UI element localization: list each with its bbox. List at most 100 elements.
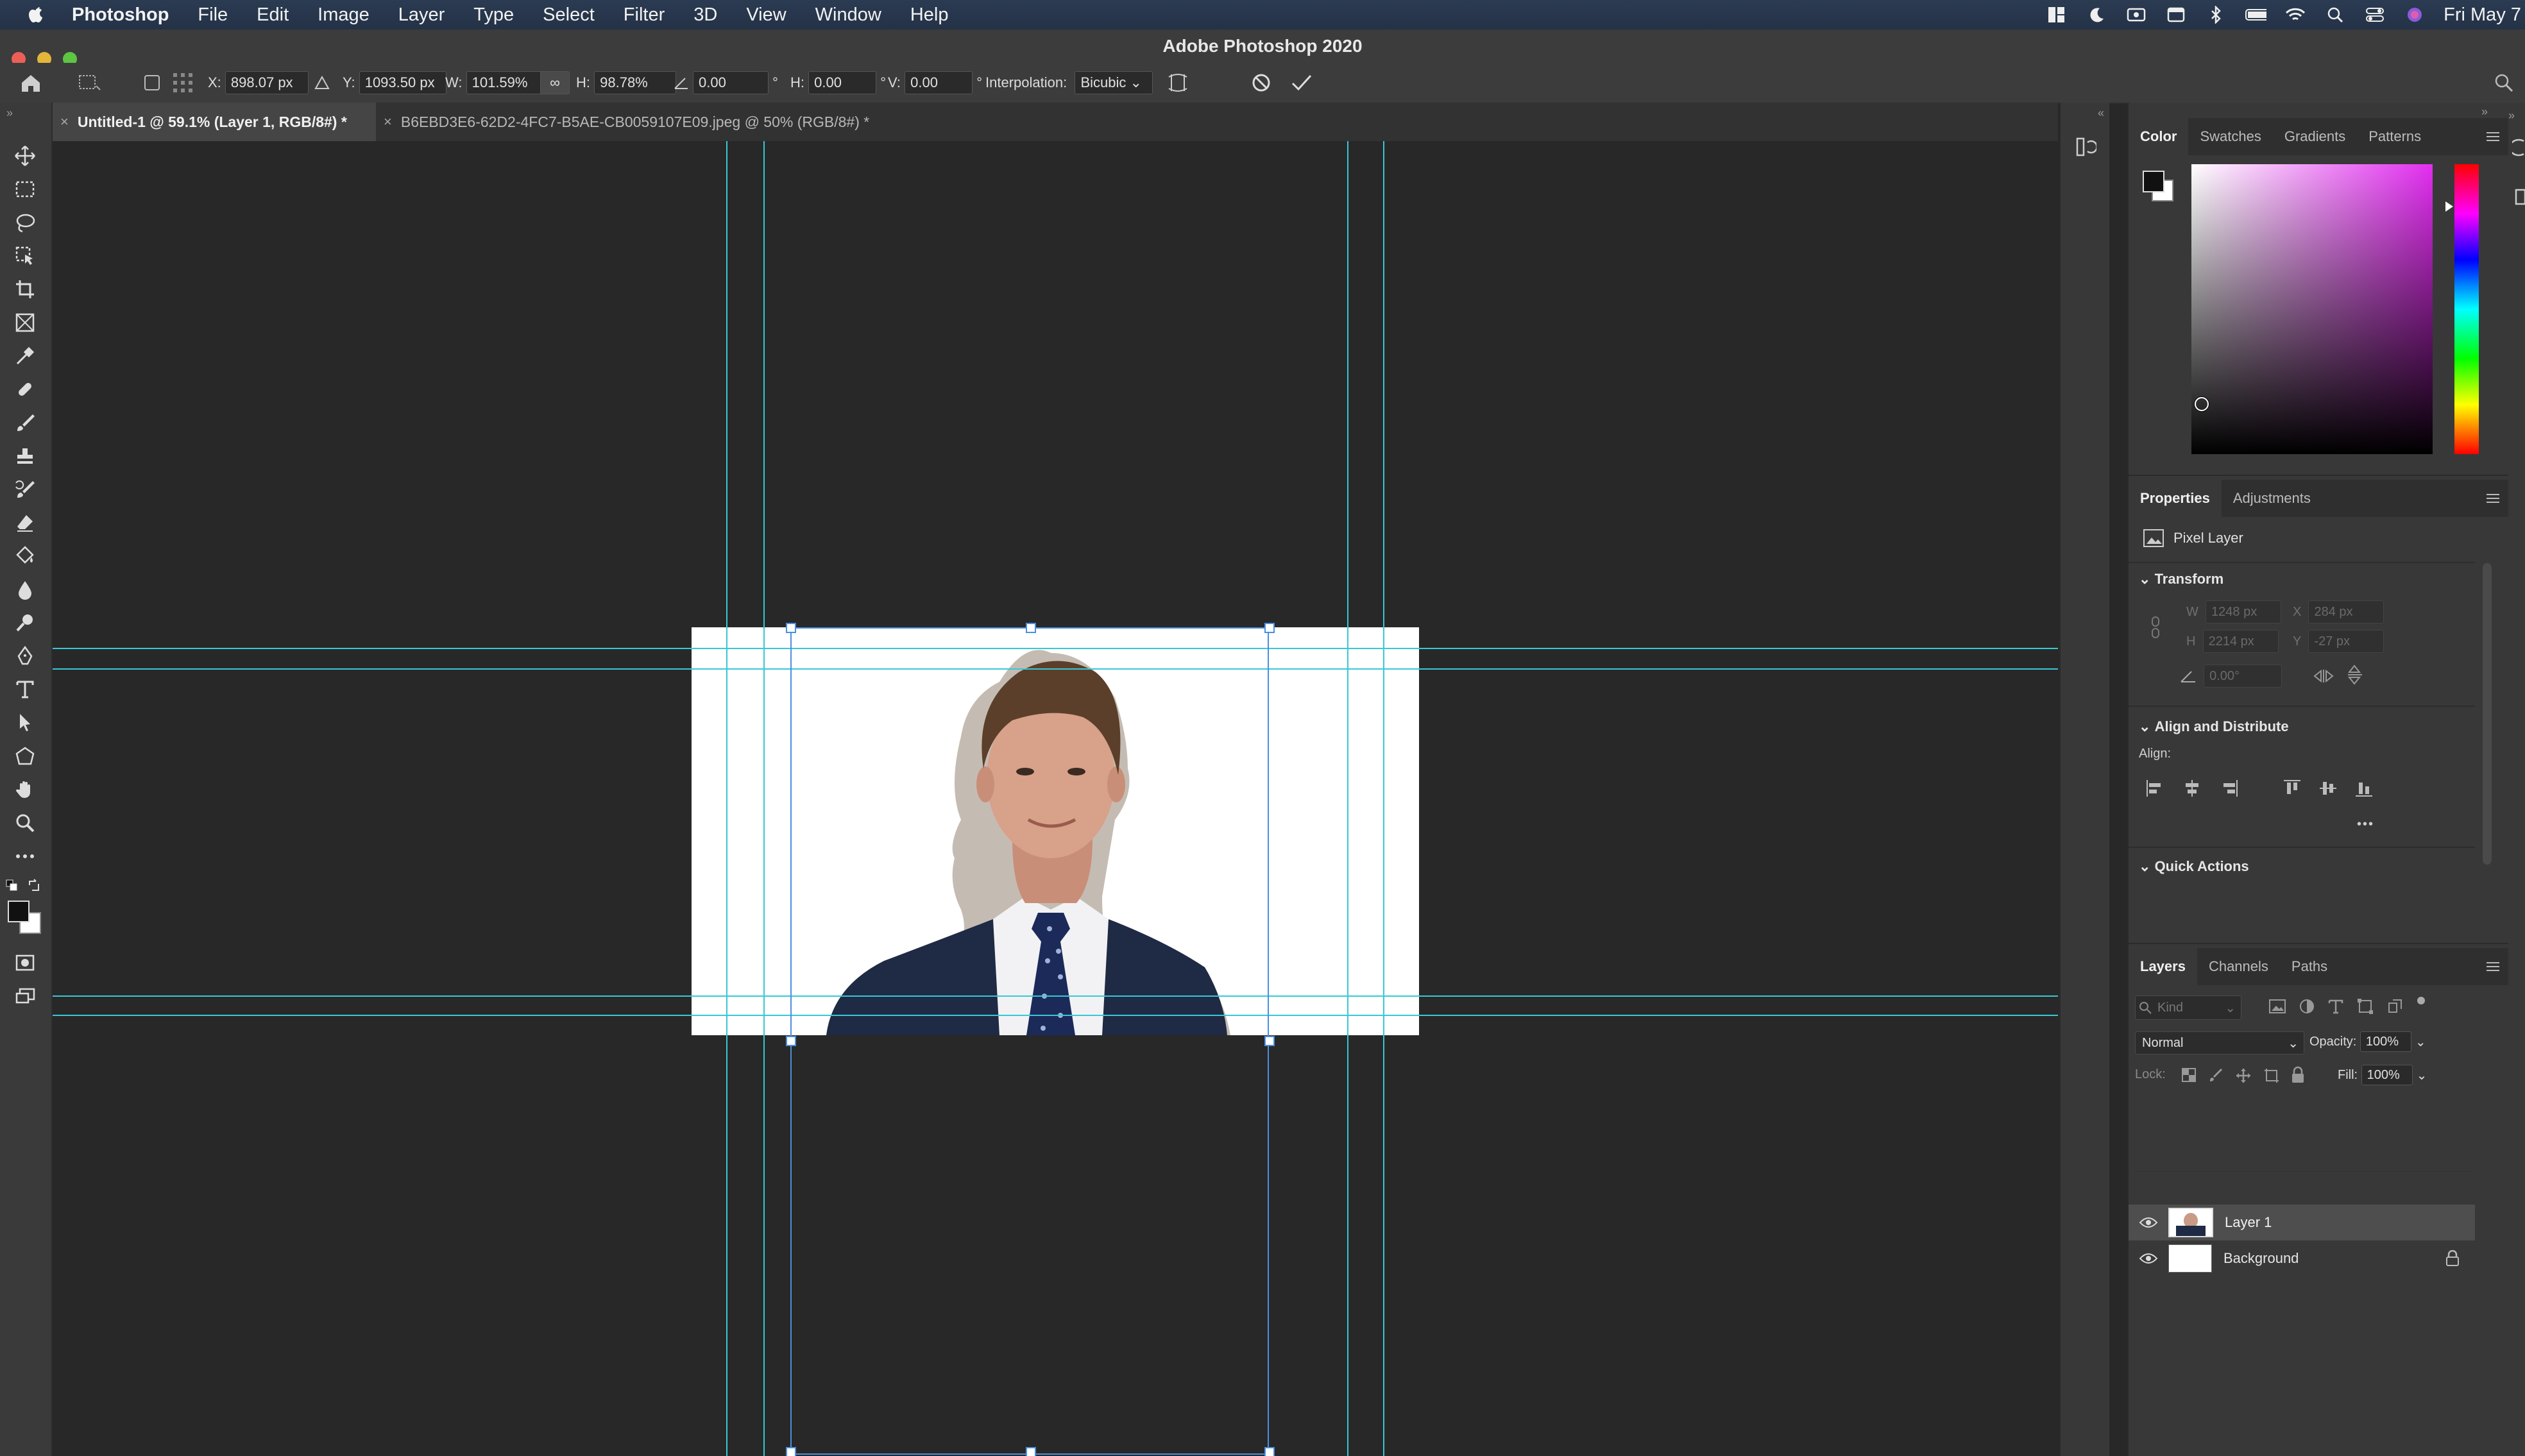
dodge-tool-icon[interactable] (12, 609, 38, 636)
comment-panel-icon[interactable] (2509, 139, 2525, 161)
menu-filter[interactable]: Filter (624, 4, 665, 26)
guide-vertical[interactable] (763, 141, 765, 1456)
pen-tool-icon[interactable] (12, 643, 38, 670)
layer-name[interactable]: Background (2223, 1250, 2299, 1267)
move-tool-icon[interactable] (12, 142, 38, 169)
rectangular-marquee-icon[interactable] (12, 176, 38, 203)
interpolation-select[interactable]: Bicubic ⌄ (1075, 71, 1153, 94)
transform-handle[interactable] (1264, 1447, 1275, 1456)
tab-adjustments[interactable]: Adjustments (2222, 480, 2322, 517)
transform-handle[interactable] (1026, 623, 1036, 633)
menu-3d[interactable]: 3D (693, 4, 717, 26)
layer-name[interactable]: Layer 1 (2225, 1214, 2272, 1231)
lock-all-icon[interactable] (2290, 1066, 2306, 1087)
panel-menu-icon[interactable] (2485, 961, 2501, 972)
path-selection-icon[interactable] (12, 709, 38, 736)
tab-channels[interactable]: Channels (2197, 948, 2280, 985)
paint-bucket-icon[interactable] (12, 543, 38, 570)
fill-field[interactable]: 100% (2361, 1065, 2413, 1085)
brush-tool-icon[interactable] (12, 409, 38, 436)
hue-slider-arrow-icon[interactable] (2445, 201, 2453, 212)
transform-height-field[interactable]: 2214 px (2202, 630, 2279, 653)
calendar-icon[interactable] (2165, 6, 2187, 24)
tab-paths[interactable]: Paths (2280, 948, 2339, 985)
blend-mode-select[interactable]: Normal ⌄ (2135, 1031, 2304, 1054)
document-tab-untitled[interactable]: × Untitled-1 @ 59.1% (Layer 1, RGB/8#) * (53, 103, 376, 141)
screen-mode-icon[interactable] (12, 983, 38, 1010)
guide-vertical[interactable] (726, 141, 727, 1456)
close-tab-icon[interactable]: × (384, 114, 392, 130)
crop-tool-icon[interactable] (12, 276, 38, 303)
reference-point-grid-icon[interactable] (172, 71, 194, 95)
tab-swatches[interactable]: Swatches (2188, 118, 2272, 155)
menu-image[interactable]: Image (318, 4, 370, 26)
reference-point-checkbox[interactable] (142, 71, 162, 95)
swap-colors-icon[interactable] (27, 879, 41, 896)
hue-slider[interactable] (2454, 164, 2479, 454)
align-vertical-centers-icon[interactable] (2318, 779, 2338, 801)
guide-vertical[interactable] (1383, 141, 1384, 1456)
blur-tool-icon[interactable] (12, 576, 38, 603)
foreground-color-swatch[interactable] (8, 901, 30, 922)
x-position-field[interactable]: 898.07 px (225, 71, 309, 94)
lock-icon[interactable] (2445, 1250, 2460, 1267)
transform-handle[interactable] (786, 623, 796, 633)
healing-brush-icon[interactable] (12, 376, 38, 403)
spotlight-search-icon[interactable] (2324, 6, 2346, 24)
align-horizontal-centers-icon[interactable] (2182, 779, 2202, 801)
flip-vertical-icon[interactable] (2347, 665, 2363, 690)
tab-gradients[interactable]: Gradients (2273, 118, 2357, 155)
quick-actions-section[interactable]: ⌄ Quick Actions (2139, 858, 2249, 875)
filter-smart-object-icon[interactable] (2386, 998, 2403, 1018)
more-tools-icon[interactable] (12, 843, 38, 870)
rotation-angle-field[interactable]: 0.00 (693, 71, 769, 94)
history-panel-icon[interactable] (2075, 136, 2098, 161)
align-distribute-section[interactable]: ⌄ Align and Distribute (2139, 718, 2289, 735)
libraries-panel-icon[interactable] (2512, 187, 2525, 210)
screen-record-icon[interactable] (2125, 6, 2147, 24)
expand-panels-icon[interactable]: « (2098, 106, 2104, 120)
moon-icon[interactable] (2086, 6, 2107, 24)
link-dimensions-icon[interactable] (2150, 616, 2161, 642)
menu-file[interactable]: File (198, 4, 228, 26)
opacity-field[interactable]: 100% (2359, 1031, 2411, 1052)
transform-x-field[interactable]: 284 px (2308, 600, 2385, 623)
color-field[interactable] (2191, 164, 2433, 454)
zoom-tool-icon[interactable] (12, 809, 38, 836)
collapse-toolbar-icon[interactable]: » (6, 106, 13, 120)
hand-tool-icon[interactable] (12, 776, 38, 803)
search-icon[interactable] (2494, 71, 2513, 95)
transform-handle[interactable] (1264, 623, 1275, 633)
menu-edit[interactable]: Edit (257, 4, 289, 26)
lock-position-icon[interactable] (2235, 1067, 2252, 1087)
apple-menu-icon[interactable] (27, 4, 45, 25)
lock-image-pixels-icon[interactable] (2208, 1067, 2223, 1086)
panels-status-icon[interactable] (2046, 6, 2068, 24)
visibility-eye-icon[interactable] (2139, 1252, 2158, 1265)
transform-mode-icon[interactable] (77, 71, 101, 95)
filter-toggle-icon[interactable] (2417, 997, 2425, 1004)
layer-row-layer-1[interactable]: Layer 1 (2129, 1205, 2475, 1240)
filter-type-icon[interactable] (2327, 998, 2344, 1018)
tab-layers[interactable]: Layers (2129, 948, 2197, 985)
menu-type[interactable]: Type (473, 4, 514, 26)
color-foreground-swatch[interactable] (2143, 171, 2164, 192)
close-tab-icon[interactable]: × (60, 114, 69, 130)
transform-handle[interactable] (1264, 1036, 1275, 1046)
transform-section[interactable]: ⌄ Transform (2139, 571, 2223, 588)
align-right-edges-icon[interactable] (2220, 779, 2239, 801)
bluetooth-icon[interactable] (2205, 6, 2227, 24)
guide-vertical[interactable] (1347, 141, 1348, 1456)
properties-scrollbar[interactable] (2483, 563, 2492, 865)
chevron-down-icon[interactable]: ⌄ (2417, 1067, 2427, 1083)
color-picker-marker[interactable] (2195, 397, 2209, 411)
type-tool-icon[interactable] (12, 676, 38, 703)
height-percent-field[interactable]: 98.78% (594, 71, 677, 94)
chevron-down-icon[interactable]: ⌄ (2415, 1034, 2426, 1050)
menu-select[interactable]: Select (543, 4, 595, 26)
menu-view[interactable]: View (746, 4, 786, 26)
align-left-edges-icon[interactable] (2145, 779, 2164, 801)
menu-help[interactable]: Help (910, 4, 949, 26)
history-brush-icon[interactable] (12, 476, 38, 503)
tab-properties[interactable]: Properties (2129, 480, 2222, 517)
